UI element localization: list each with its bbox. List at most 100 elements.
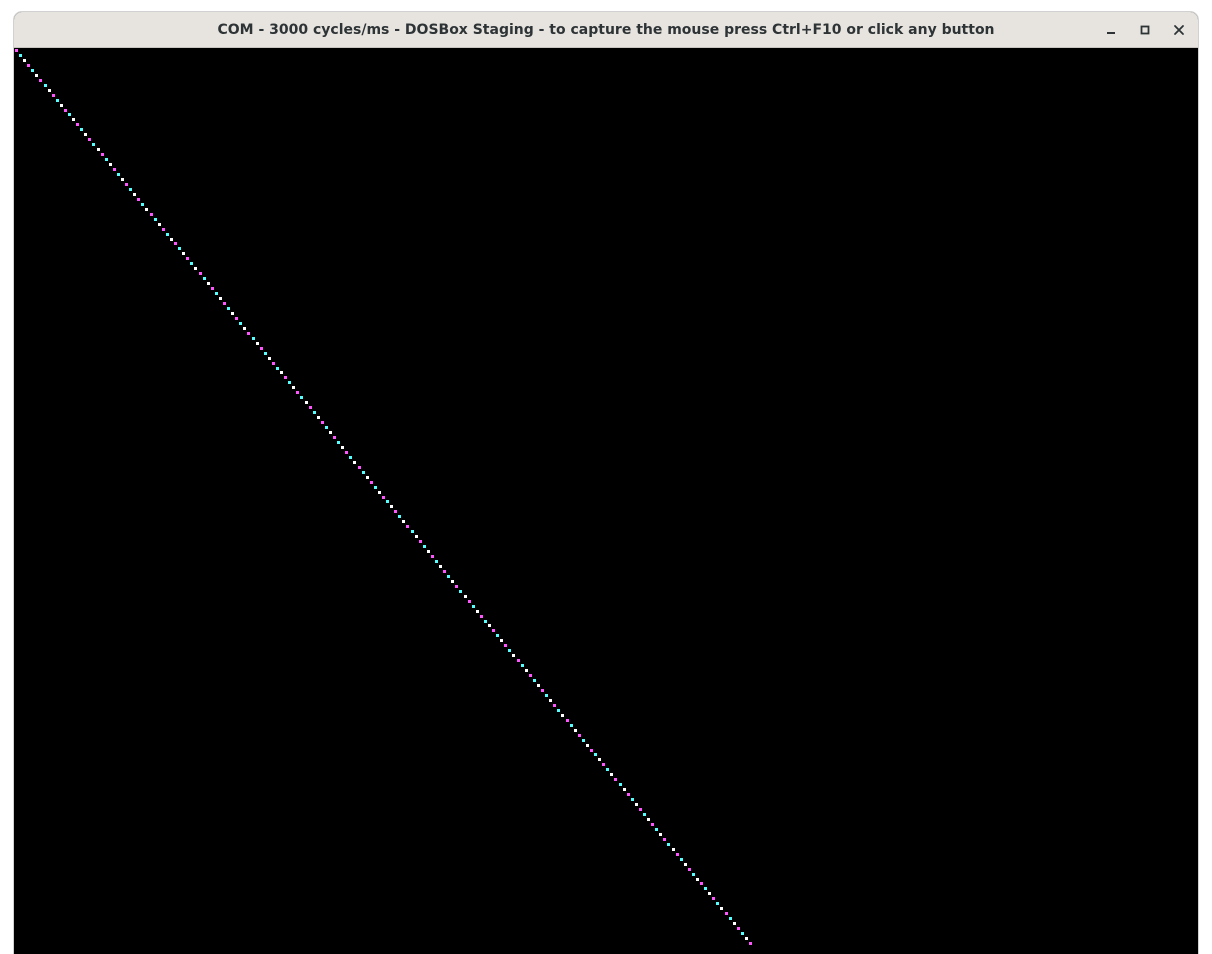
line-pixel (561, 714, 564, 717)
line-pixel (541, 689, 544, 692)
line-pixel (194, 267, 197, 270)
line-pixel (692, 873, 695, 876)
line-pixel (386, 500, 389, 503)
line-pixel (145, 208, 148, 211)
line-pixel (700, 882, 703, 885)
line-pixel (174, 242, 177, 245)
line-pixel (406, 525, 409, 528)
line-pixel (353, 461, 356, 464)
line-pixel (651, 823, 654, 826)
line-pixel (362, 471, 365, 474)
line-pixel (688, 868, 691, 871)
line-pixel (459, 590, 462, 593)
line-pixel (602, 763, 605, 766)
line-pixel (521, 664, 524, 667)
line-pixel (300, 396, 303, 399)
line-pixel (553, 704, 556, 707)
line-pixel (529, 674, 532, 677)
line-pixel (341, 446, 344, 449)
line-pixel (260, 347, 263, 350)
line-pixel (15, 49, 18, 52)
line-pixel (19, 54, 22, 57)
line-pixel (614, 778, 617, 781)
line-pixel (231, 312, 234, 315)
line-pixel (729, 917, 732, 920)
line-pixel (619, 783, 622, 786)
line-pixel (464, 595, 467, 598)
line-pixel (27, 64, 30, 67)
line-pixel (517, 659, 520, 662)
line-pixel (643, 813, 646, 816)
line-pixel (243, 327, 246, 330)
line-pixel (366, 476, 369, 479)
line-pixel (476, 610, 479, 613)
title-bar[interactable]: COM - 3000 cycles/ms - DOSBox Staging - … (14, 12, 1198, 48)
line-pixel (333, 436, 336, 439)
minimize-button[interactable] (1098, 17, 1124, 43)
line-pixel (166, 233, 169, 236)
line-pixel (101, 153, 104, 156)
line-pixel (598, 758, 601, 761)
line-pixel (227, 307, 230, 310)
line-pixel (398, 515, 401, 518)
line-pixel (272, 362, 275, 365)
line-pixel (627, 793, 630, 796)
line-pixel (48, 89, 51, 92)
line-pixel (84, 133, 87, 136)
line-pixel (586, 744, 589, 747)
line-pixel (264, 352, 267, 355)
line-pixel (594, 753, 597, 756)
line-pixel (337, 441, 340, 444)
line-pixel (606, 768, 609, 771)
line-pixel (129, 188, 132, 191)
window-controls (1098, 17, 1192, 43)
line-pixel (537, 684, 540, 687)
line-pixel (455, 585, 458, 588)
line-pixel (211, 287, 214, 290)
line-pixel (733, 922, 736, 925)
line-pixel (162, 228, 165, 231)
line-pixel (672, 848, 675, 851)
line-pixel (158, 223, 161, 226)
line-pixel (712, 897, 715, 900)
line-pixel (370, 481, 373, 484)
dos-screen[interactable] (14, 48, 1198, 954)
line-pixel (431, 555, 434, 558)
line-pixel (525, 669, 528, 672)
line-pixel (500, 639, 503, 642)
line-pixel (423, 545, 426, 548)
line-pixel (447, 575, 450, 578)
line-pixel (113, 168, 116, 171)
line-pixel (88, 138, 91, 141)
line-pixel (512, 654, 515, 657)
line-pixel (137, 198, 140, 201)
line-pixel (154, 218, 157, 221)
dosbox-window: COM - 3000 cycles/ms - DOSBox Staging - … (14, 12, 1198, 954)
line-pixel (23, 59, 26, 62)
line-pixel (667, 843, 670, 846)
close-button[interactable] (1166, 17, 1192, 43)
line-pixel (117, 173, 120, 176)
line-pixel (199, 272, 202, 275)
line-pixel (133, 193, 136, 196)
line-pixel (207, 282, 210, 285)
maximize-button[interactable] (1132, 17, 1158, 43)
line-pixel (247, 332, 250, 335)
window-title: COM - 3000 cycles/ms - DOSBox Staging - … (217, 22, 995, 38)
line-pixel (121, 178, 124, 181)
line-pixel (725, 912, 728, 915)
line-pixel (235, 317, 238, 320)
line-pixel (402, 520, 405, 523)
line-pixel (329, 431, 332, 434)
line-pixel (749, 942, 752, 945)
line-pixel (578, 734, 581, 737)
line-pixel (345, 451, 348, 454)
line-pixel (720, 907, 723, 910)
line-pixel (64, 109, 67, 112)
line-pixel (492, 629, 495, 632)
line-pixel (488, 624, 491, 627)
line-pixel (256, 342, 259, 345)
line-pixel (610, 773, 613, 776)
line-pixel (468, 600, 471, 603)
line-pixel (39, 79, 42, 82)
